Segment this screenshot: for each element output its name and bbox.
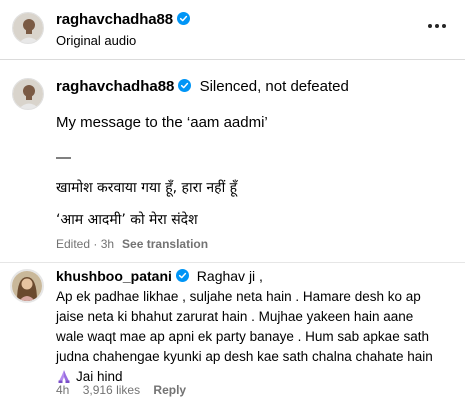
comment-line: Ap ek padhae likhae , suljahe neta hain …	[56, 289, 421, 304]
caption-avatar[interactable]	[12, 78, 44, 110]
comment-sign-off: Jai hind	[76, 369, 123, 384]
comment-line: wale waqt mae ap apni ek party banaye . …	[56, 329, 429, 344]
author-username[interactable]: raghavchadha88	[56, 11, 173, 28]
praying-hands-emoji-icon	[58, 370, 70, 383]
section-divider	[0, 262, 465, 263]
caption-username[interactable]: raghavchadha88	[56, 78, 174, 95]
comment-line: jaise neta ki bhahut zarurat hain . Mujh…	[56, 309, 414, 324]
comment-body: Ap ek padhae likhae , suljahe neta hain …	[56, 287, 451, 387]
comment-header: khushboo_patani Raghav ji ,	[56, 268, 263, 284]
comment-time: 4h	[56, 383, 70, 397]
caption-headline-line: raghavchadha88 Silenced, not defeated	[56, 77, 349, 97]
caption-line-3: ‘आम आदमी’ को मेरा संदेश	[56, 212, 198, 228]
caption-line-1: My message to the ‘aam aadmi’	[56, 114, 268, 131]
caption-meta: Edited · 3h See translation	[56, 237, 208, 251]
caption-line-2: खामोश करवाया गया हूँ, हारा नहीं हूँ	[56, 180, 238, 196]
reply-button[interactable]: Reply	[153, 383, 186, 397]
author-avatar[interactable]	[12, 12, 44, 44]
comment-meta: 4h 3,916 likes Reply	[56, 383, 196, 397]
verified-badge-icon	[178, 79, 192, 92]
verified-badge-icon	[177, 12, 190, 25]
caption-dash: —	[56, 149, 71, 166]
verified-badge-icon	[175, 269, 189, 282]
comment-mention: Raghav ji ,	[196, 268, 263, 284]
more-options-icon[interactable]	[427, 16, 447, 36]
author-username-line: raghavchadha88	[56, 11, 190, 28]
commenter-avatar[interactable]	[10, 269, 44, 303]
comment-line: judna chahengae kyunki ap desh kae sath …	[56, 349, 433, 364]
caption-headline: Silenced, not defeated	[199, 78, 349, 95]
see-translation-link[interactable]: See translation	[122, 237, 208, 251]
edited-timestamp: Edited · 3h	[56, 237, 115, 251]
comment-likes[interactable]: 3,916 likes	[83, 383, 140, 397]
commenter-username[interactable]: khushboo_patani	[56, 268, 172, 284]
audio-label[interactable]: Original audio	[56, 33, 136, 48]
post-header: raghavchadha88 Original audio	[0, 0, 465, 60]
